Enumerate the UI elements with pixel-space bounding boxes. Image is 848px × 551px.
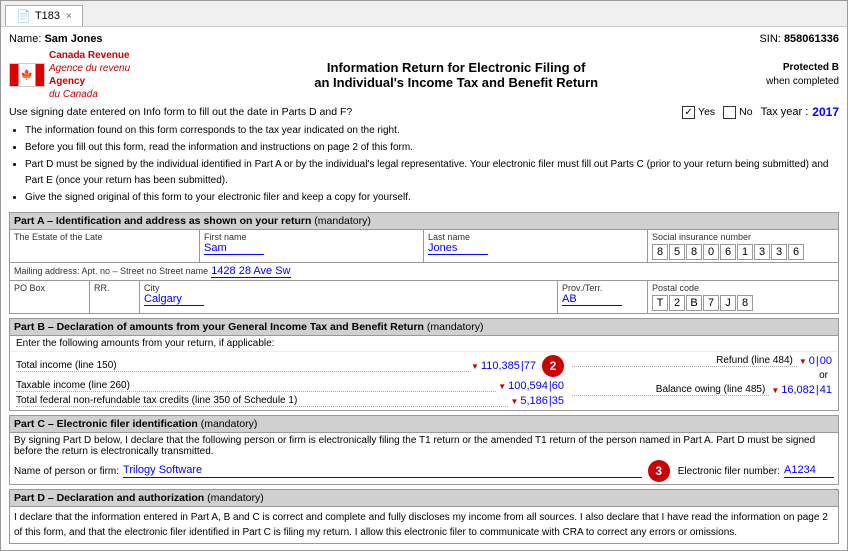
part-c-header: Part C – Electronic filer identification… bbox=[10, 416, 838, 433]
part-b-intro: Enter the following amounts from your re… bbox=[10, 336, 838, 352]
income-left-col: Total income (line 150) ▼ 110,385 | 77 2… bbox=[16, 355, 572, 407]
bullet-2: Before you fill out this form, read the … bbox=[25, 140, 839, 156]
document-icon: 📄 bbox=[16, 9, 31, 23]
part-d-body: I declare that the information entered i… bbox=[10, 507, 838, 543]
credits-dec: 35 bbox=[552, 395, 564, 407]
balance-sep: | bbox=[816, 384, 819, 396]
city-row: PO Box RR. City Calgary Prov./Terr. AB P… bbox=[10, 281, 838, 313]
tab-close-button[interactable]: × bbox=[66, 11, 72, 22]
part-b: Part B – Declaration of amounts from you… bbox=[9, 318, 839, 411]
sin-box-6: 1 bbox=[737, 244, 753, 260]
taxable-income-dec: 60 bbox=[552, 380, 564, 392]
taxable-income-label: Taxable income (line 260) bbox=[16, 380, 496, 392]
agency-text: Canada Revenue Agence du revenu Agency d… bbox=[49, 49, 130, 101]
taxable-income-arrow: ▼ bbox=[498, 382, 506, 391]
postal-field: Postal code T 2 B 7 J 8 bbox=[648, 281, 838, 313]
balance-dec: 41 bbox=[820, 384, 832, 396]
firm-value: Trilogy Software bbox=[123, 464, 642, 478]
sin-box-4: 0 bbox=[703, 244, 719, 260]
postal-box-4: 7 bbox=[703, 295, 719, 311]
sin-box-1: 8 bbox=[652, 244, 668, 260]
sin-boxes-field: Social insurance number 8 5 8 0 6 1 3 3 … bbox=[648, 230, 838, 262]
no-check-box[interactable] bbox=[723, 106, 736, 119]
first-name-field[interactable]: First name Sam bbox=[200, 230, 424, 262]
postal-box-5: J bbox=[720, 295, 736, 311]
refund-label: Refund (line 484) bbox=[572, 355, 797, 367]
postal-box-6: 8 bbox=[737, 295, 753, 311]
refund-arrow: ▼ bbox=[799, 357, 807, 366]
name-row: Name: Sam Jones bbox=[9, 33, 103, 45]
part-d-header: Part D – Declaration and authorization (… bbox=[10, 490, 838, 507]
protected-label: Protected B when completed bbox=[766, 61, 839, 89]
sin-label: SIN: bbox=[759, 33, 780, 45]
sin-box-7: 3 bbox=[754, 244, 770, 260]
total-income-label: Total income (line 150) bbox=[16, 360, 469, 372]
total-income-arrow: ▼ bbox=[471, 362, 479, 371]
balance-label: Balance owing (line 485) bbox=[572, 384, 769, 396]
balance-main: 16,082 bbox=[781, 384, 815, 396]
total-income-dec: 77 bbox=[524, 360, 536, 372]
part-a: Part A – Identification and address as s… bbox=[9, 212, 839, 314]
no-checkbox[interactable]: No bbox=[723, 106, 752, 119]
income-right-col: Refund (line 484) ▼ 0 | 00 or Balance ow… bbox=[572, 355, 832, 407]
bullet-3: Part D must be signed by the individual … bbox=[25, 157, 839, 189]
sin-row: SIN: 858061336 bbox=[759, 33, 839, 45]
t183-tab[interactable]: 📄 T183 × bbox=[5, 5, 83, 26]
sin-box-9: 6 bbox=[788, 244, 804, 260]
refund-main: 0 bbox=[809, 355, 815, 367]
tax-year: Tax year : 2017 bbox=[761, 105, 839, 119]
yes-checkbox[interactable]: ✓ Yes bbox=[682, 106, 715, 119]
badge-2: 2 bbox=[542, 355, 564, 377]
refund-dec: 00 bbox=[820, 355, 832, 367]
balance-arrow: ▼ bbox=[771, 386, 779, 395]
bullet-1: The information found on this form corre… bbox=[25, 123, 839, 139]
part-c-body: By signing Part D below, I declare that … bbox=[10, 433, 838, 484]
bullet-4: Give the signed original of this form to… bbox=[25, 190, 839, 206]
tab-label: T183 bbox=[35, 10, 60, 22]
part-c: Part C – Electronic filer identification… bbox=[9, 415, 839, 485]
instructions-list: The information found on this form corre… bbox=[9, 123, 839, 206]
form-title: Information Return for Electronic Filing… bbox=[146, 60, 766, 90]
postal-box-2: 2 bbox=[669, 295, 685, 311]
signing-text: Use signing date entered on Info form to… bbox=[9, 106, 682, 118]
sin-value: 858061336 bbox=[784, 33, 839, 45]
mailing-address-field: Mailing address: Apt. no – Street no Str… bbox=[10, 263, 838, 281]
estate-field: The Estate of the Late bbox=[10, 230, 200, 262]
credits-label: Total federal non-refundable tax credits… bbox=[16, 395, 508, 407]
last-name-field[interactable]: Last name Jones bbox=[424, 230, 648, 262]
efiler-value: A1234 bbox=[784, 464, 834, 478]
postal-box-1: T bbox=[652, 295, 668, 311]
part-a-header: Part A – Identification and address as s… bbox=[10, 213, 838, 230]
sin-box-3: 8 bbox=[686, 244, 702, 260]
postal-box-3: B bbox=[686, 295, 702, 311]
sin-box-5: 6 bbox=[720, 244, 736, 260]
refund-sep: | bbox=[816, 355, 819, 367]
sin-box-2: 5 bbox=[669, 244, 685, 260]
canada-logo: 🍁 Canada Revenue Agence du revenu Agency… bbox=[9, 49, 130, 101]
name-label: Name: bbox=[9, 33, 41, 45]
part-d: Part D – Declaration and authorization (… bbox=[9, 489, 839, 544]
sin-box-8: 3 bbox=[771, 244, 787, 260]
yes-no-section: ✓ Yes No bbox=[682, 106, 753, 119]
name-value: Sam Jones bbox=[44, 33, 102, 45]
total-income-main: 110,385 bbox=[481, 360, 520, 372]
part-b-header: Part B – Declaration of amounts from you… bbox=[10, 319, 838, 336]
badge-3: 3 bbox=[648, 460, 670, 482]
yes-check-box[interactable]: ✓ bbox=[682, 106, 695, 119]
city-field[interactable]: City Calgary bbox=[140, 281, 558, 313]
pobox-field: PO Box bbox=[10, 281, 90, 313]
part-c-fields: Name of person or firm: Trilogy Software… bbox=[14, 460, 834, 482]
taxable-income-main: 100,594 bbox=[508, 380, 548, 392]
credits-arrow: ▼ bbox=[510, 397, 518, 406]
credits-main: 5,186 bbox=[520, 395, 548, 407]
or-text: or bbox=[572, 370, 832, 381]
prov-field[interactable]: Prov./Terr. AB bbox=[558, 281, 648, 313]
rr-field: RR. bbox=[90, 281, 140, 313]
